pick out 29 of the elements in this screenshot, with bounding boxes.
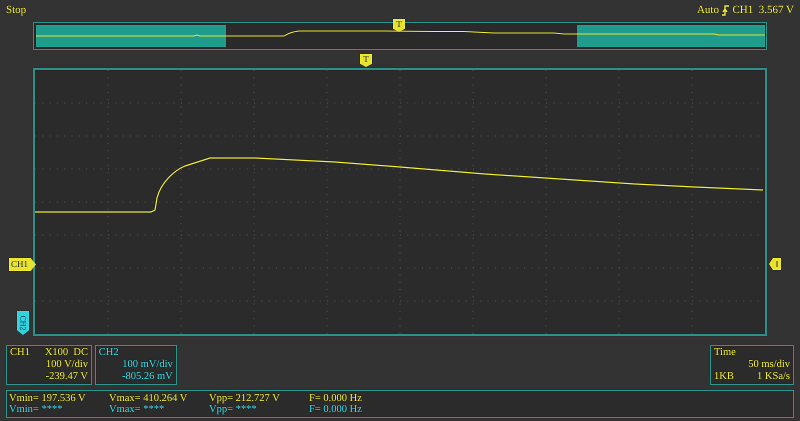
channel-name: CH2 bbox=[98, 347, 119, 359]
memory-depth: 1KB bbox=[714, 371, 734, 383]
timebase-scale: 50 ms/div bbox=[747, 359, 790, 371]
measurement-value: F= 0.000 Hz bbox=[309, 393, 363, 404]
trigger-position-marker[interactable]: T bbox=[360, 54, 372, 67]
acquisition-status: Stop bbox=[6, 2, 26, 18]
channel-offset: -805.26 mV bbox=[121, 371, 173, 383]
channel-name: CH1 bbox=[10, 347, 30, 359]
channel-offset: -239.47 V bbox=[44, 371, 88, 383]
trigger-source: CH1 bbox=[732, 2, 754, 18]
trigger-level: 3.567 V bbox=[758, 2, 794, 18]
vertical-scale: 100 mV/div bbox=[121, 359, 173, 371]
vertical-scale: 100 V/div bbox=[44, 359, 88, 371]
measurement-value: Vmin= **** bbox=[9, 404, 64, 415]
measurement-value: Vmax= 410.264 V bbox=[109, 393, 188, 404]
trigger-level-marker-icon[interactable] bbox=[769, 258, 781, 270]
trigger-mode: Auto bbox=[696, 2, 719, 18]
measurement-value: Vpp= **** bbox=[209, 404, 258, 415]
sample-rate: 1 KSa/s bbox=[757, 371, 790, 383]
measurement-value: Vpp= 212.727 V bbox=[209, 393, 281, 404]
trigger-position-marker[interactable]: T bbox=[393, 19, 405, 32]
probe-coupling: X100 DC bbox=[44, 347, 88, 359]
rising-edge-icon bbox=[722, 4, 730, 16]
measurement-value: F= 0.000 Hz bbox=[309, 404, 363, 415]
measurement-value: Vmin= 197.536 V bbox=[9, 393, 87, 404]
timebase-label: Time bbox=[714, 347, 737, 359]
channel-marker[interactable]: CH2 bbox=[17, 311, 29, 335]
channel-marker[interactable]: CH1 bbox=[9, 258, 36, 271]
measurement-value: Vmax= **** bbox=[109, 404, 166, 415]
